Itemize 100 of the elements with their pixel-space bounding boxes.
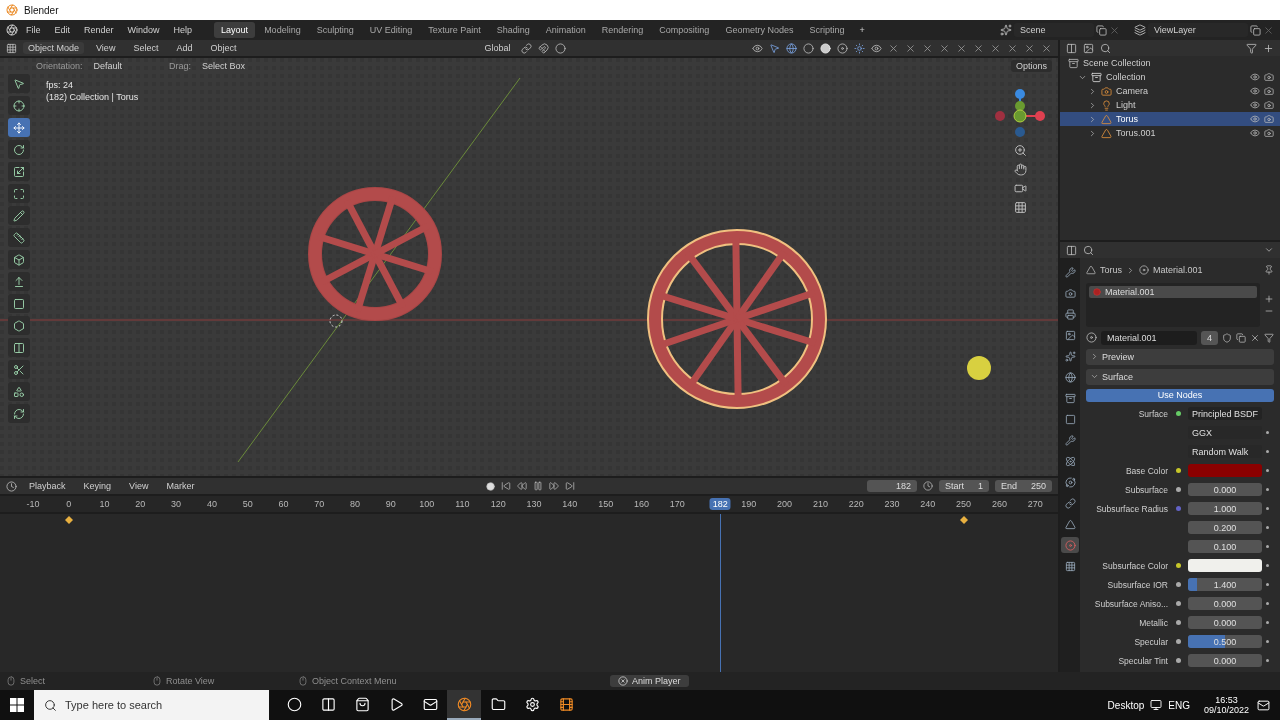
wireframe-shading-icon[interactable] — [803, 42, 814, 54]
mode-dropdown[interactable]: Object Mode — [23, 42, 85, 54]
orientation-dropdown[interactable]: Default — [88, 60, 128, 72]
menu-item[interactable]: File — [20, 23, 47, 37]
3d-cursor-icon[interactable] — [329, 314, 343, 328]
menu-item[interactable]: Keying — [77, 479, 118, 493]
tool-button[interactable] — [8, 206, 30, 225]
pivot-icon[interactable] — [521, 42, 533, 54]
use-nodes-button[interactable]: Use Nodes — [1086, 388, 1274, 402]
rewind-icon[interactable] — [516, 481, 527, 491]
color-swatch[interactable] — [1188, 559, 1262, 572]
restrict-toggle-icon[interactable] — [956, 42, 967, 54]
outliner-row[interactable]: Camera — [1060, 84, 1280, 98]
dropdown[interactable]: Random Walk — [1188, 445, 1262, 458]
new-collection-icon[interactable] — [1263, 42, 1274, 54]
record-icon[interactable] — [485, 481, 495, 491]
view-layer-field[interactable]: ViewLayer — [1148, 23, 1248, 37]
editor-type-icon[interactable] — [6, 42, 17, 54]
camera-icon[interactable] — [1264, 86, 1274, 96]
eye-icon[interactable] — [1250, 100, 1260, 110]
tool-button[interactable] — [8, 294, 30, 313]
jump-end-icon[interactable] — [564, 481, 575, 491]
camera-icon[interactable] — [1264, 114, 1274, 124]
menu-item[interactable]: Add — [170, 41, 199, 55]
camera-icon[interactable] — [1264, 128, 1274, 138]
eye-icon[interactable] — [1250, 72, 1260, 82]
restrict-toggle-icon[interactable] — [990, 42, 1001, 54]
eye-icon[interactable] — [871, 42, 882, 54]
outliner-row[interactable]: Torus — [1060, 112, 1280, 126]
fast-forward-icon[interactable] — [548, 481, 559, 491]
hand-icon[interactable] — [1013, 163, 1027, 176]
display-icon[interactable] — [1150, 699, 1163, 711]
number-field[interactable]: 1.000 — [1188, 502, 1262, 515]
restrict-toggle-icon[interactable] — [1007, 42, 1018, 54]
editor-type-icon[interactable] — [6, 480, 17, 492]
number-field[interactable]: 0.200 — [1188, 521, 1262, 534]
workspace-tab[interactable]: Sculpting — [309, 22, 361, 38]
color-swatch[interactable] — [1188, 464, 1262, 477]
gizmo-icon[interactable] — [769, 42, 780, 54]
restrict-toggle-icon[interactable] — [939, 42, 950, 54]
menu-item[interactable]: Select — [127, 41, 165, 55]
playhead[interactable]: 182 — [709, 498, 731, 510]
tool-button[interactable] — [8, 228, 30, 247]
add-workspace-button[interactable]: + — [853, 23, 871, 37]
menu-item[interactable]: Window — [121, 23, 166, 37]
camera-icon[interactable] — [1264, 72, 1274, 82]
panel-header[interactable]: Preview — [1086, 348, 1274, 365]
restrict-toggle-icon[interactable] — [922, 42, 933, 54]
solid-shading-icon[interactable] — [820, 42, 831, 54]
display-mode-icon[interactable] — [1083, 42, 1094, 54]
user-count[interactable]: 4 — [1201, 330, 1218, 345]
close-icon[interactable] — [618, 676, 628, 686]
workspace-tab[interactable]: Layout — [214, 22, 256, 38]
material-shading-icon[interactable] — [837, 42, 848, 54]
close-icon[interactable] — [1250, 332, 1260, 343]
menu-item[interactable]: Edit — [48, 23, 77, 37]
dropdown[interactable]: GGX — [1188, 426, 1262, 439]
notifications-icon[interactable] — [1257, 698, 1270, 712]
start-icon[interactable] — [10, 698, 24, 712]
number-field[interactable]: 0.000 — [1188, 616, 1262, 629]
transform-dropdown[interactable]: Global — [479, 42, 516, 54]
tool-button[interactable] — [8, 272, 30, 291]
material-sphere-icon[interactable] — [1086, 332, 1097, 344]
proportional-icon[interactable] — [555, 42, 567, 54]
add-icon[interactable] — [1264, 293, 1274, 304]
camera-icon[interactable] — [1264, 100, 1274, 110]
editor-type-icon[interactable] — [1066, 244, 1077, 256]
drag-dropdown[interactable]: Select Box — [197, 60, 251, 72]
tool-button[interactable] — [8, 74, 30, 93]
number-slider[interactable]: 0.500 — [1188, 635, 1262, 648]
eye-icon[interactable] — [1250, 86, 1260, 96]
copy-icon[interactable] — [1236, 332, 1246, 343]
restrict-toggle-icon[interactable] — [1024, 42, 1035, 54]
rendered-shading-icon[interactable] — [854, 42, 865, 54]
tool-button[interactable] — [8, 162, 30, 181]
eye-icon[interactable] — [752, 42, 763, 54]
workspace-tab[interactable]: Animation — [538, 22, 593, 38]
clock[interactable]: 16:53 09/10/2022 — [1195, 695, 1257, 715]
workspace-tab[interactable]: Scripting — [802, 22, 852, 38]
tool-button[interactable] — [8, 184, 30, 203]
number-field[interactable]: 0.000 — [1188, 597, 1262, 610]
tool-button[interactable] — [8, 96, 30, 115]
taskbar-search-field[interactable]: Type here to search — [34, 690, 269, 720]
desktop-label[interactable]: Desktop — [1101, 699, 1151, 711]
menu-item[interactable]: Object — [204, 41, 243, 55]
workspace-tab[interactable]: Compositing — [652, 22, 717, 38]
filter-icon[interactable] — [1246, 42, 1257, 54]
restrict-toggle-icon[interactable] — [905, 42, 916, 54]
workspace-tab[interactable]: Geometry Nodes — [718, 22, 801, 38]
menu-item[interactable]: Render — [78, 23, 120, 37]
filter-icon[interactable] — [1264, 332, 1274, 343]
workspace-tab[interactable]: Texture Paint — [421, 22, 488, 38]
outliner-row[interactable]: Scene Collection — [1060, 56, 1280, 70]
search-icon[interactable] — [1083, 244, 1094, 256]
tool-button[interactable] — [8, 316, 30, 335]
scene-icon[interactable] — [1000, 24, 1012, 36]
outliner-row[interactable]: Light — [1060, 98, 1280, 112]
shader-field[interactable]: Principled BSDF — [1188, 407, 1262, 420]
workspace-tab[interactable]: Modeling — [257, 22, 308, 38]
workspace-tab[interactable]: Rendering — [594, 22, 651, 38]
